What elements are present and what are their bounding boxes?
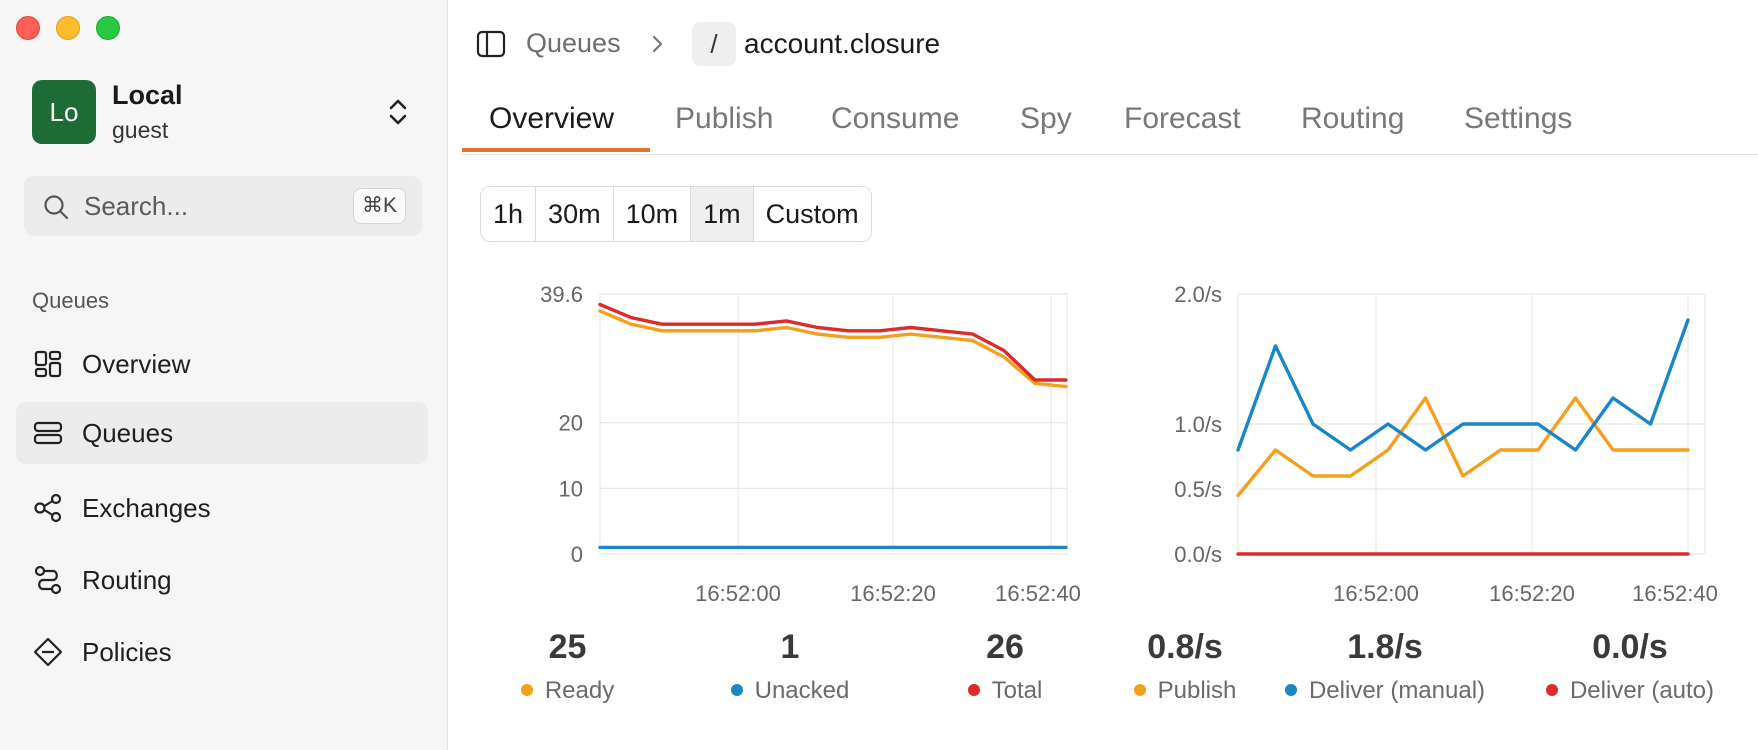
x-tick-label: 16:52:40 [1632, 581, 1718, 606]
stat-ready: 25 Ready [480, 628, 655, 705]
series-line-publish [1236, 396, 1690, 498]
y-tick-label: 0.5/s [1174, 477, 1222, 502]
stat-label: Ready [544, 677, 615, 704]
search-icon [44, 195, 69, 220]
breadcrumb-queues-link[interactable]: Queues [526, 28, 621, 59]
tab-settings[interactable]: Settings [1464, 102, 1572, 136]
window-close-button[interactable] [16, 16, 40, 40]
dashboard-icon [34, 350, 62, 378]
stat-deliver-auto-rate: 0.0/s Deliver (auto) [1535, 628, 1725, 705]
search-shortcut-badge: ⌘K [352, 188, 406, 224]
window-zoom-button[interactable] [96, 16, 120, 40]
sidebar-item-label: Policies [82, 636, 172, 667]
sidebar-item-queues[interactable]: Queues [16, 402, 428, 464]
legend-dot [1133, 683, 1146, 696]
stat-label: Publish [1157, 677, 1237, 704]
legend-dot [520, 683, 533, 696]
tab-overview[interactable]: Overview [489, 102, 614, 136]
x-tick-label: 16:52:20 [850, 581, 936, 606]
stat-value: 25 [548, 628, 587, 666]
tab-routing[interactable]: Routing [1301, 102, 1404, 136]
y-tick-label: 0 [571, 542, 583, 567]
search-box[interactable]: ⌘K [24, 176, 422, 236]
y-tick-label: 10 [559, 476, 583, 501]
y-tick-label: 20 [559, 411, 583, 436]
chevron-up-down-icon[interactable] [384, 96, 412, 128]
stat-label: Total [991, 677, 1043, 704]
tab-spy[interactable]: Spy [1020, 102, 1072, 136]
exchanges-icon [34, 493, 62, 523]
series-line-total [598, 302, 1068, 382]
stat-unacked: 1 Unacked [700, 628, 880, 705]
x-tick-label: 16:52:40 [995, 581, 1081, 606]
stat-publish-rate: 0.8/s Publish [1110, 628, 1260, 705]
y-tick-label: 2.0/s [1174, 282, 1222, 307]
sidebar-item-policies[interactable]: Policies [16, 621, 428, 683]
sidebar-item-label: Exchanges [82, 492, 211, 523]
stat-value: 1 [780, 628, 800, 666]
account-avatar[interactable]: Lo [32, 80, 96, 144]
sidebar-item-label: Overview [82, 348, 191, 379]
stat-total: 26 Total [935, 628, 1075, 705]
chevron-right-icon [652, 35, 663, 53]
sidebar-item-label: Routing [82, 564, 172, 595]
y-tick-label: 39.6 [540, 282, 583, 307]
breadcrumb-queue-name: account.closure [744, 28, 941, 59]
stat-label: Deliver (auto) [1569, 677, 1715, 704]
x-tick-label: 16:52:00 [1333, 581, 1419, 606]
tab-forecast[interactable]: Forecast [1124, 102, 1241, 136]
stat-value: 1.8/s [1347, 628, 1423, 666]
x-tick-label: 16:52:00 [695, 581, 781, 606]
stat-label: Unacked [754, 677, 850, 704]
legend-dot [730, 683, 743, 696]
window-minimize-button[interactable] [56, 16, 80, 40]
range-10m-button[interactable]: 10m [613, 187, 692, 241]
nav-section-title: Queues [32, 288, 110, 313]
tab-bar: Overview Publish Consume Spy Forecast Ro… [462, 94, 1758, 155]
sidebar: Lo Local guest ⌘K Queues Overview Queues [0, 0, 448, 750]
range-custom-button[interactable]: Custom [753, 187, 871, 241]
range-1m-button[interactable]: 1m [691, 187, 754, 241]
account-name: Local [112, 80, 183, 110]
stat-deliver-manual-rate: 1.8/s Deliver (manual) [1280, 628, 1490, 705]
routing-icon [34, 565, 62, 595]
search-input[interactable] [84, 189, 304, 223]
sidebar-item-overview[interactable]: Overview [16, 333, 428, 395]
queues-icon [33, 421, 63, 445]
legend-dot [1545, 683, 1558, 696]
sidebar-toggle-icon[interactable] [476, 30, 506, 58]
y-tick-label: 0.0/s [1174, 542, 1222, 567]
sidebar-item-exchanges[interactable]: Exchanges [16, 477, 428, 539]
policies-icon [33, 637, 63, 667]
account-user: guest [112, 117, 169, 143]
sidebar-item-label: Queues [82, 417, 174, 448]
time-range-selector: 1h 30m 10m 1m Custom [480, 186, 872, 242]
x-tick-label: 16:52:20 [1489, 581, 1575, 606]
legend-dot [967, 683, 980, 696]
series-line-deliver-manual [1236, 318, 1690, 452]
tab-consume[interactable]: Consume [831, 102, 959, 136]
tab-publish[interactable]: Publish [675, 102, 773, 136]
range-30m-button[interactable]: 30m [536, 187, 614, 241]
sidebar-item-routing[interactable]: Routing [16, 549, 428, 611]
y-tick-label: 1.0/s [1174, 412, 1222, 437]
stat-label: Deliver (manual) [1308, 677, 1486, 704]
stat-value: 0.0/s [1592, 628, 1668, 666]
series-line-ready [598, 309, 1068, 389]
range-1h-button[interactable]: 1h [481, 187, 537, 241]
stat-value: 0.8/s [1147, 628, 1223, 666]
active-tab-indicator [462, 148, 650, 152]
stat-value: 26 [986, 628, 1024, 666]
legend-dot [1284, 683, 1297, 696]
vhost-badge[interactable]: / [692, 22, 736, 66]
